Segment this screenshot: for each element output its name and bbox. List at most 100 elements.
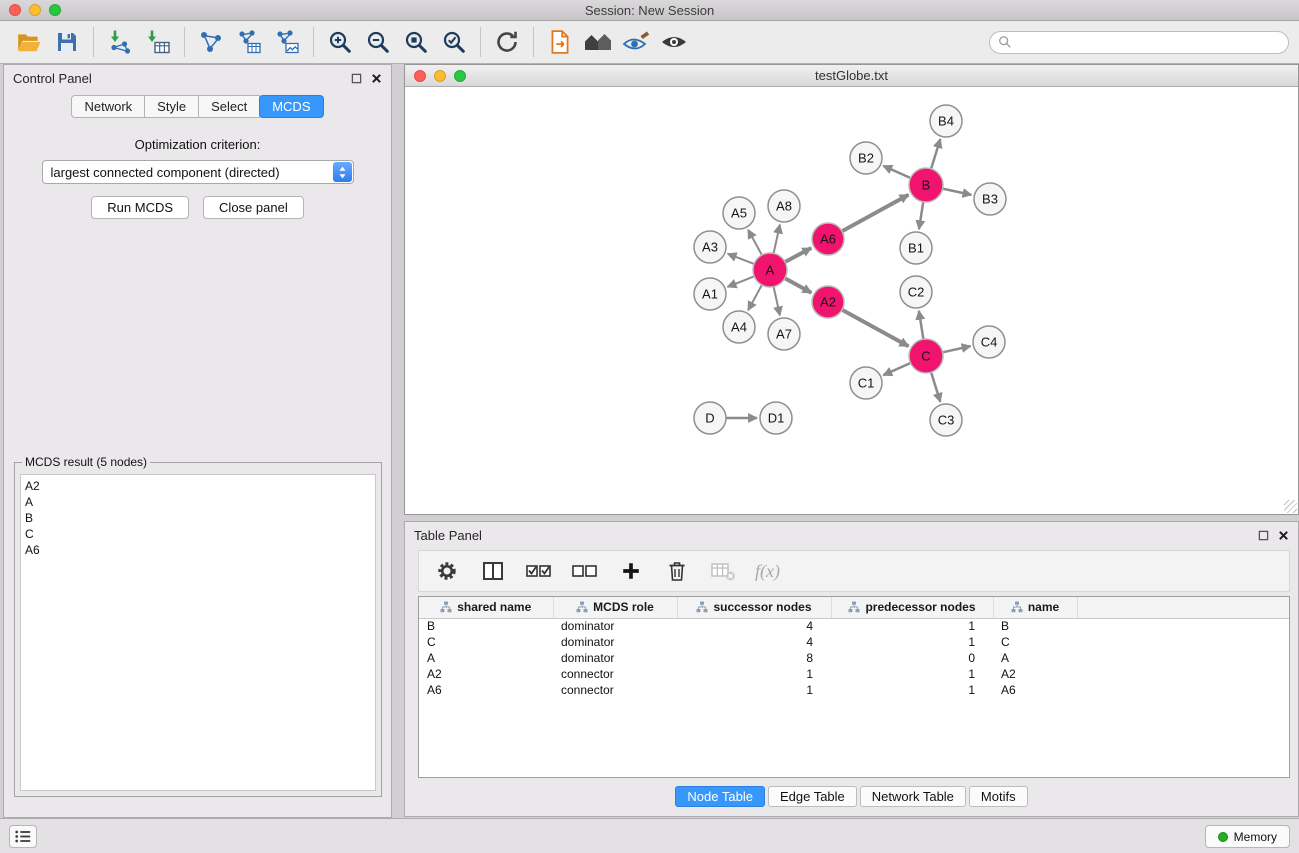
zoom-out-button[interactable] xyxy=(359,24,397,60)
graph-edge-B-B2[interactable] xyxy=(883,166,910,178)
network-window-titlebar[interactable]: testGlobe.txt xyxy=(405,65,1298,87)
float-panel-icon[interactable] xyxy=(351,73,362,84)
graph-edge-B-B1[interactable] xyxy=(919,202,923,229)
graph-edge-A-A5[interactable] xyxy=(748,230,762,255)
table-row[interactable]: Cdominator41C xyxy=(419,634,1289,650)
import-table-file-button[interactable] xyxy=(139,24,177,60)
table-row[interactable]: Adominator80A xyxy=(419,650,1289,666)
network-graph[interactable]: B4B2BB3A5A8A6A3B1AA1C2A2A4A7C4CC1C3DD1 xyxy=(405,87,1298,514)
column-header-MCDS-role[interactable]: MCDS role xyxy=(553,597,677,618)
import-network-file-button[interactable] xyxy=(101,24,139,60)
graph-edge-A-A8[interactable] xyxy=(774,225,780,254)
criterion-select[interactable]: largest connected component (directed) xyxy=(42,160,354,184)
graph-node-A2[interactable]: A2 xyxy=(812,286,844,318)
graph-node-A3[interactable]: A3 xyxy=(694,231,726,263)
graph-node-B[interactable]: B xyxy=(909,168,943,202)
graph-node-C2[interactable]: C2 xyxy=(900,276,932,308)
delete-table-button[interactable] xyxy=(705,554,741,588)
tab-network[interactable]: Network xyxy=(71,95,145,118)
style-preview-button[interactable] xyxy=(617,24,655,60)
graph-edge-A-A1[interactable] xyxy=(728,276,755,287)
first-neighbors-button[interactable] xyxy=(579,24,617,60)
run-mcds-button[interactable]: Run MCDS xyxy=(91,196,189,219)
network-canvas[interactable]: B4B2BB3A5A8A6A3B1AA1C2A2A4A7C4CC1C3DD1 xyxy=(405,87,1298,514)
deselect-all-button[interactable] xyxy=(567,554,603,588)
graph-edge-B-B3[interactable] xyxy=(943,189,972,195)
graph-node-A1[interactable]: A1 xyxy=(694,278,726,310)
table-row[interactable]: A6connector11A6 xyxy=(419,682,1289,698)
zoom-in-button[interactable] xyxy=(321,24,359,60)
graph-edge-A2-C[interactable] xyxy=(842,310,909,347)
graph-edge-C-C3[interactable] xyxy=(931,372,940,402)
graph-edge-A-A4[interactable] xyxy=(748,285,762,310)
graph-edge-B-B4[interactable] xyxy=(931,139,940,169)
graph-node-D[interactable]: D xyxy=(694,402,726,434)
graph-edge-A-A3[interactable] xyxy=(728,254,754,264)
close-window-button[interactable] xyxy=(9,4,21,16)
mcds-result-list[interactable]: A2ABCA6 xyxy=(20,474,376,791)
tab-select[interactable]: Select xyxy=(198,95,260,118)
column-visibility-button[interactable] xyxy=(475,554,511,588)
float-panel-icon[interactable] xyxy=(1258,530,1269,541)
graph-node-A7[interactable]: A7 xyxy=(768,318,800,350)
graph-node-A5[interactable]: A5 xyxy=(723,197,755,229)
tab-motifs[interactable]: Motifs xyxy=(969,786,1028,807)
new-network-button[interactable] xyxy=(192,24,230,60)
graph-edge-A6-B[interactable] xyxy=(842,195,909,232)
fullscreen-window-button[interactable] xyxy=(49,4,61,16)
close-panel-icon[interactable] xyxy=(1278,530,1289,541)
graph-edge-A-A7[interactable] xyxy=(774,287,780,316)
column-header-name[interactable]: name xyxy=(993,597,1077,618)
graph-node-C3[interactable]: C3 xyxy=(930,404,962,436)
column-header-predecessor-nodes[interactable]: predecessor nodes xyxy=(831,597,993,618)
memory-button[interactable]: Memory xyxy=(1205,825,1290,848)
graph-node-D1[interactable]: D1 xyxy=(760,402,792,434)
graph-edge-A-A2[interactable] xyxy=(785,278,812,293)
graph-node-A6[interactable]: A6 xyxy=(812,223,844,255)
app-titlebar[interactable]: Session: New Session xyxy=(0,0,1299,21)
tab-style[interactable]: Style xyxy=(144,95,199,118)
graph-edge-C-C2[interactable] xyxy=(919,311,924,339)
tab-edge-table[interactable]: Edge Table xyxy=(768,786,857,807)
search-input[interactable] xyxy=(1017,35,1280,49)
graph-node-A4[interactable]: A4 xyxy=(723,311,755,343)
graph-node-A8[interactable]: A8 xyxy=(768,190,800,222)
task-history-button[interactable] xyxy=(9,825,37,848)
tab-node-table[interactable]: Node Table xyxy=(675,786,765,807)
show-graphics-button[interactable] xyxy=(655,24,693,60)
graph-node-B3[interactable]: B3 xyxy=(974,183,1006,215)
tab-network-table[interactable]: Network Table xyxy=(860,786,966,807)
column-header-shared-name[interactable]: shared name xyxy=(419,597,553,618)
minimize-window-button[interactable] xyxy=(29,4,41,16)
graph-node-B2[interactable]: B2 xyxy=(850,142,882,174)
zoom-selected-button[interactable] xyxy=(435,24,473,60)
network-zoom-button[interactable] xyxy=(454,70,466,82)
column-header-successor-nodes[interactable]: successor nodes xyxy=(677,597,831,618)
close-panel-icon[interactable] xyxy=(371,73,382,84)
function-builder-button[interactable]: f(x) xyxy=(751,561,780,582)
open-session-button[interactable] xyxy=(10,24,48,60)
table-row[interactable]: A2connector11A2 xyxy=(419,666,1289,682)
resize-grip[interactable] xyxy=(1284,500,1297,513)
mcds-result-item[interactable]: A xyxy=(25,494,371,510)
graph-edge-A-A6[interactable] xyxy=(785,248,811,262)
graph-node-C1[interactable]: C1 xyxy=(850,367,882,399)
add-row-button[interactable] xyxy=(613,554,649,588)
delete-row-button[interactable] xyxy=(659,554,695,588)
save-session-button[interactable] xyxy=(48,24,86,60)
node-table-container[interactable]: shared nameMCDS rolesuccessor nodesprede… xyxy=(418,596,1290,778)
open-document-button[interactable] xyxy=(541,24,579,60)
network-table-button[interactable] xyxy=(230,24,268,60)
mcds-result-item[interactable]: C xyxy=(25,526,371,542)
close-panel-button[interactable]: Close panel xyxy=(203,196,304,219)
graph-node-A[interactable]: A xyxy=(753,253,787,287)
graph-node-B1[interactable]: B1 xyxy=(900,232,932,264)
mcds-result-item[interactable]: A2 xyxy=(25,478,371,494)
network-close-button[interactable] xyxy=(414,70,426,82)
network-minimize-button[interactable] xyxy=(434,70,446,82)
zoom-fit-button[interactable] xyxy=(397,24,435,60)
export-image-button[interactable] xyxy=(268,24,306,60)
table-row[interactable]: Bdominator41B xyxy=(419,618,1289,634)
graph-node-C4[interactable]: C4 xyxy=(973,326,1005,358)
mcds-result-item[interactable]: B xyxy=(25,510,371,526)
